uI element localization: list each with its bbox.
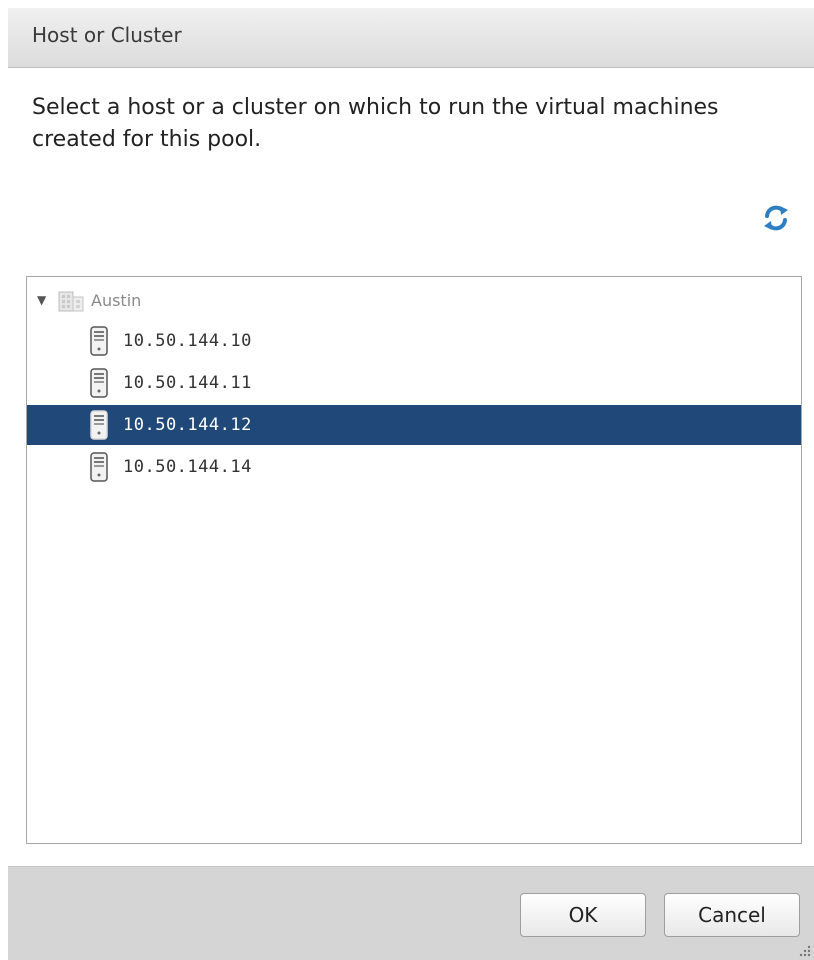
host-tree: ▼ Austin 10.50.144.10 10.50.144.11 10.50…	[26, 276, 802, 844]
server-icon	[90, 368, 108, 398]
cancel-button[interactable]: Cancel	[664, 893, 800, 937]
host-row[interactable]: 10.50.144.11	[27, 363, 801, 403]
resize-grip-icon[interactable]	[798, 944, 812, 958]
server-icon	[90, 410, 108, 440]
dialog-title: Host or Cluster	[32, 23, 182, 47]
host-row[interactable]: 10.50.144.14	[27, 447, 801, 487]
host-row[interactable]: 10.50.144.10	[27, 321, 801, 361]
refresh-icon[interactable]	[758, 200, 794, 236]
dialog-description: Select a host or a cluster on which to r…	[32, 95, 719, 152]
dialog-titlebar: Host or Cluster	[8, 8, 814, 68]
ok-button[interactable]: OK	[520, 893, 646, 937]
host-row-selected[interactable]: 10.50.144.12	[27, 405, 801, 445]
expand-triangle-icon[interactable]: ▼	[37, 293, 53, 307]
host-label: 10.50.144.11	[123, 373, 252, 393]
tree-root-austin[interactable]: ▼ Austin	[37, 287, 141, 313]
host-label: 10.50.144.14	[123, 457, 252, 477]
host-label: 10.50.144.12	[123, 415, 252, 435]
dialog-footer: OK Cancel	[8, 866, 814, 960]
server-icon	[90, 326, 108, 356]
host-cluster-dialog: Host or Cluster Select a host or a clust…	[0, 0, 814, 960]
host-label: 10.50.144.10	[123, 331, 252, 351]
server-icon	[90, 452, 108, 482]
datacenter-icon	[58, 291, 84, 312]
tree-root-label: Austin	[91, 290, 142, 310]
